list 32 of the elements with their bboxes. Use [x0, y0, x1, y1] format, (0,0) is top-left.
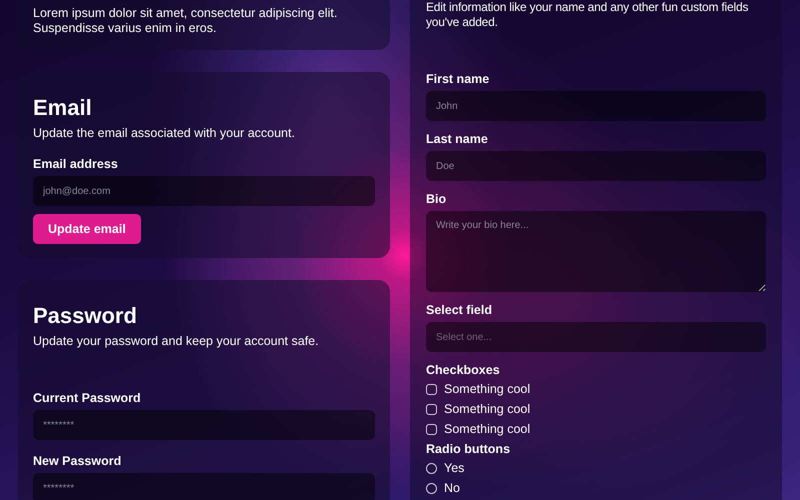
radio-label[interactable]: Yes [444, 461, 464, 476]
checkbox[interactable] [426, 384, 437, 395]
bio-field[interactable]: Write your bio here... [426, 211, 766, 292]
field-label: New Password [33, 454, 122, 468]
checkbox-label[interactable]: Something cool [444, 382, 530, 397]
field-label: First name [426, 72, 490, 86]
section-description: Update your password and keep your account safe. [33, 334, 320, 350]
group-label: Radio buttons [426, 442, 512, 456]
group-label: Checkboxes [426, 363, 501, 377]
description-text: Lorem ipsum dolor sit amet, consectetur adipiscing elit. Suspendisse varius enim in eros. [33, 6, 338, 36]
field-label: Email address [33, 157, 119, 172]
description-text: Edit information like your name and any other fun custom fields you've added. [426, 0, 750, 30]
checkbox-label[interactable]: Something cool [444, 422, 530, 437]
section-description: Update the email associated with your account. [33, 126, 296, 142]
field-label: Current Password [33, 391, 142, 406]
radio-button[interactable] [426, 483, 437, 494]
email-field[interactable]: john@doe.com [33, 176, 375, 206]
text-field[interactable]: Doe [426, 151, 766, 181]
text-field[interactable]: John [426, 91, 766, 121]
checkbox[interactable] [426, 404, 437, 415]
checkbox[interactable] [426, 424, 437, 435]
field-label: Last name [426, 132, 489, 146]
password-field[interactable]: ******** [33, 473, 375, 500]
field-label: Select field [426, 303, 493, 317]
radio-label[interactable]: No [444, 481, 460, 496]
field-label: Bio [426, 192, 448, 206]
checkbox-label[interactable]: Something cool [444, 402, 530, 417]
radio-button[interactable] [426, 463, 437, 474]
section-title: Email [33, 96, 93, 120]
section-title: Password [33, 304, 138, 328]
password-field[interactable]: ******** [33, 410, 375, 440]
update-email-button[interactable]: Update email [33, 214, 141, 244]
